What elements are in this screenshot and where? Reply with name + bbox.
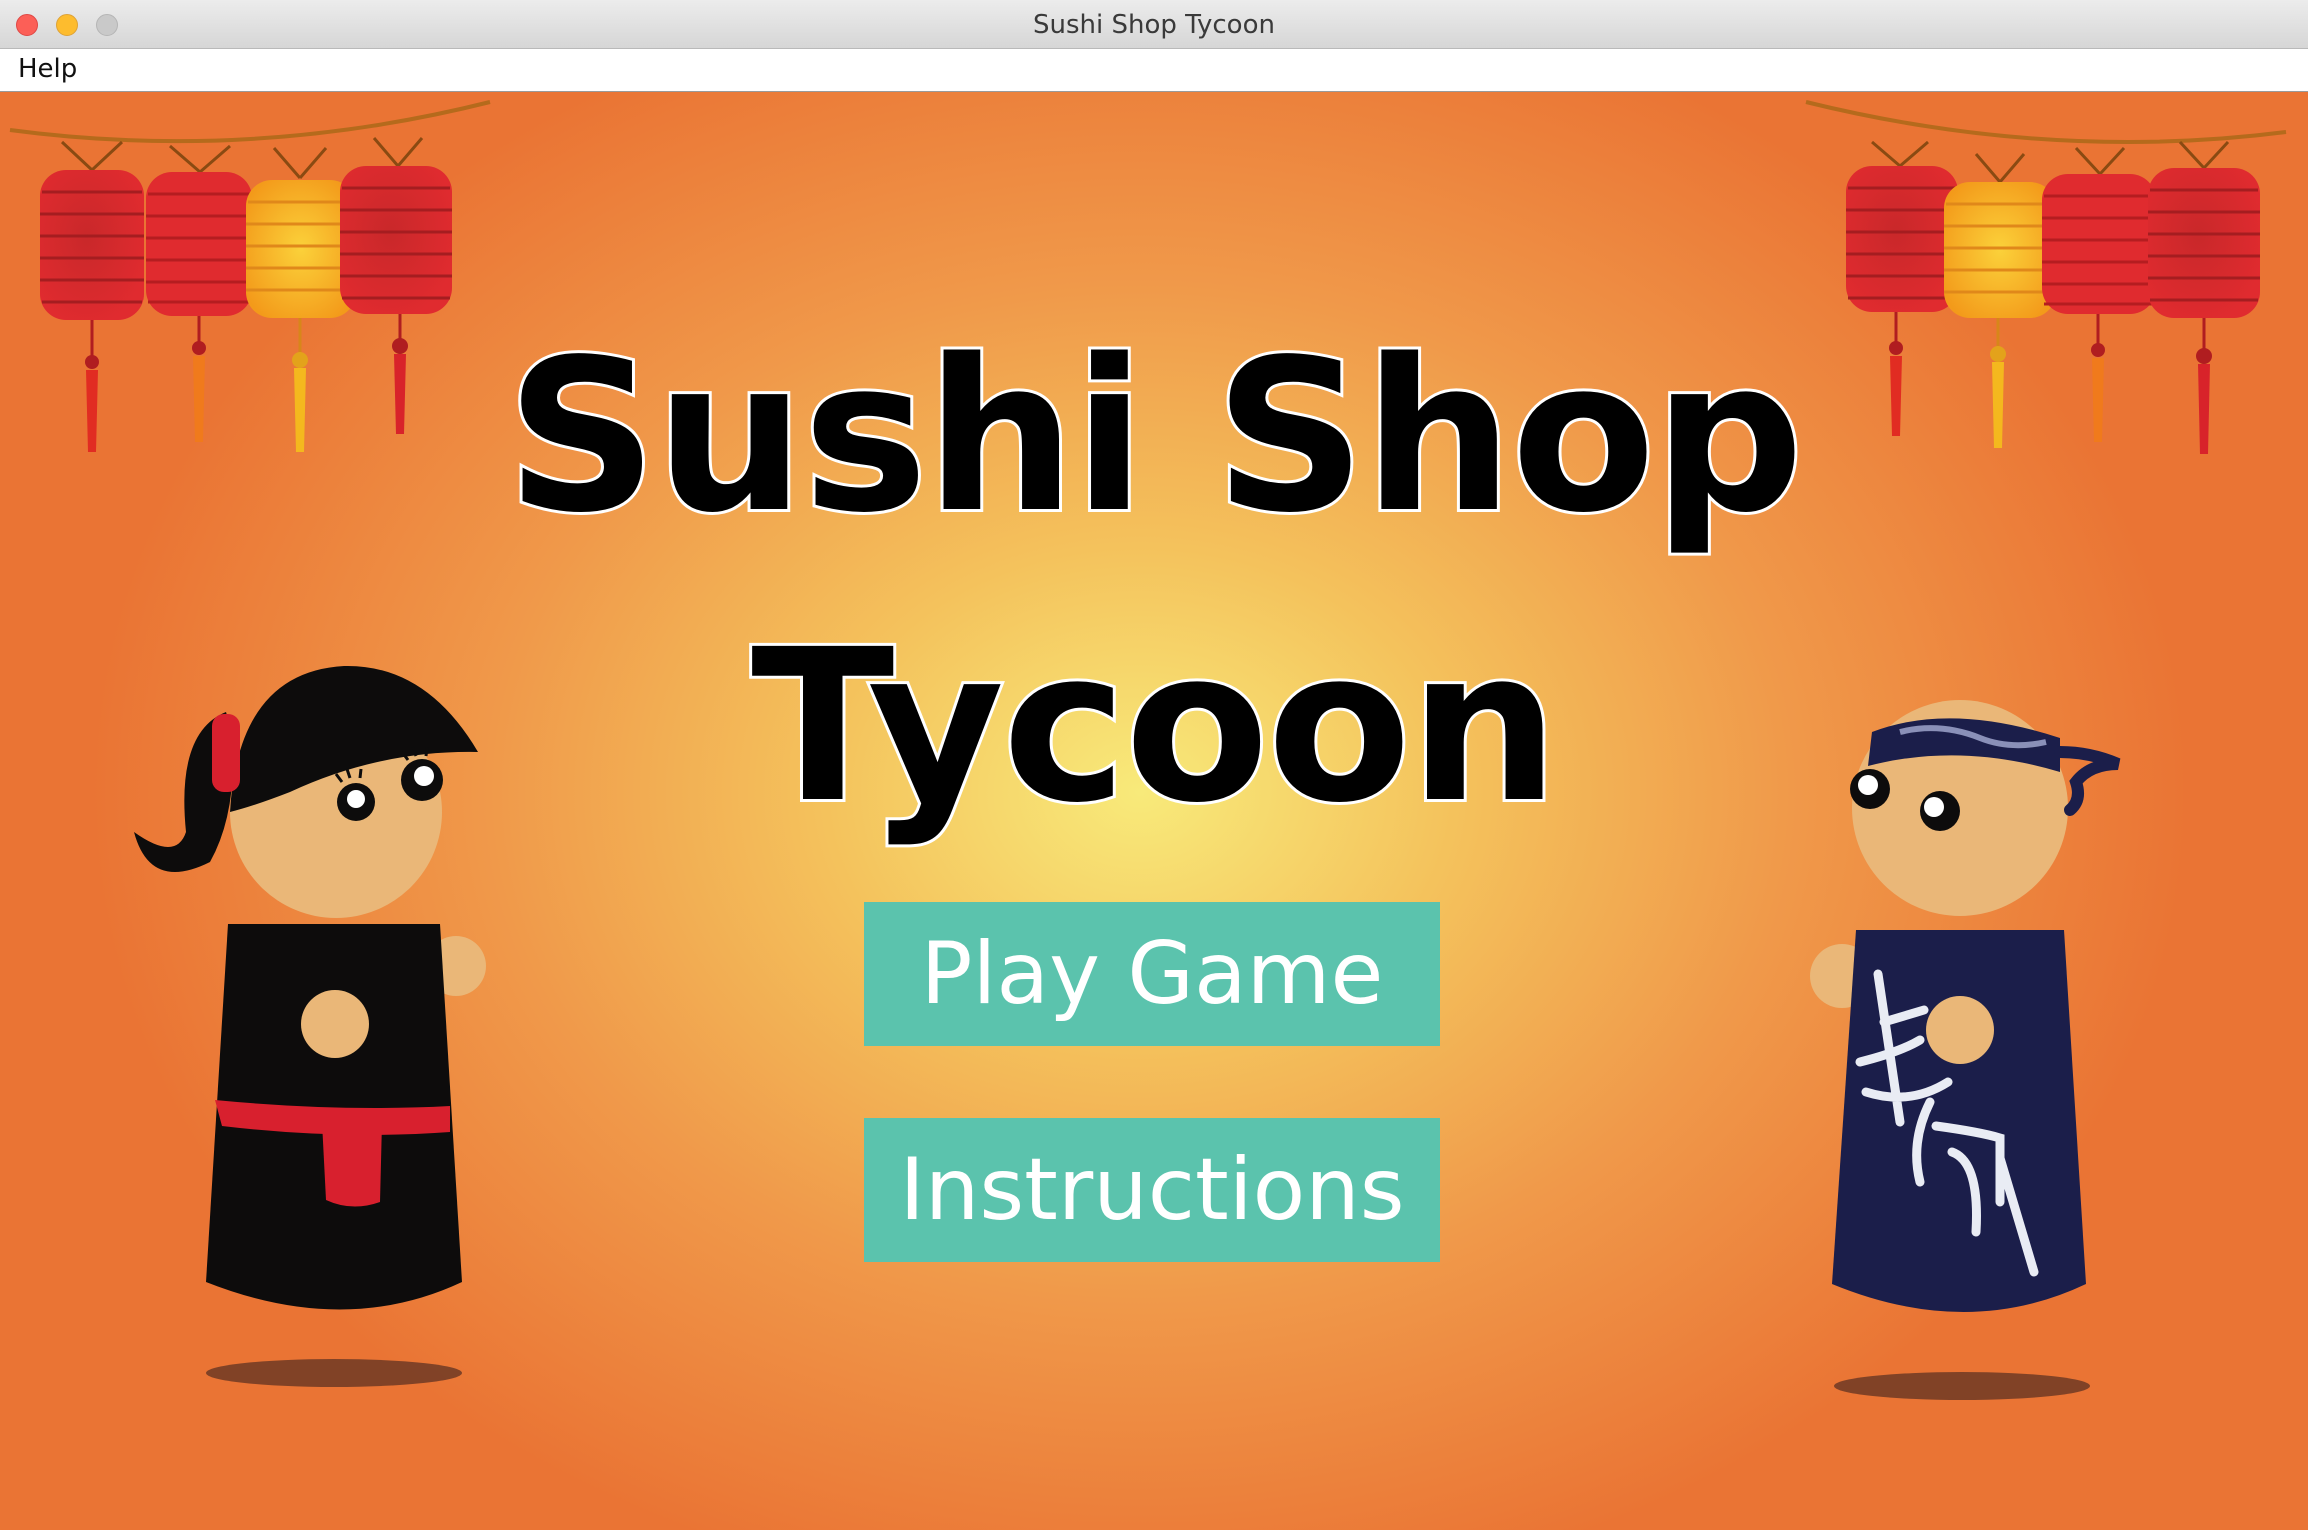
- game-title-line-2: Tycoon: [748, 601, 1562, 852]
- lantern-icon: [2148, 140, 2260, 454]
- app-window: Sushi Shop Tycoon Help Sushi Shop Tycoon…: [0, 0, 2308, 1530]
- play-game-button[interactable]: Play Game: [864, 902, 1440, 1046]
- lantern-icon: [40, 140, 144, 452]
- menu-bar: Help: [0, 49, 2308, 93]
- lantern-icon: [2042, 146, 2156, 442]
- game-title: Sushi Shop Tycoon: [354, 292, 1954, 872]
- title-bar: Sushi Shop Tycoon: [0, 0, 2308, 49]
- lantern-icon: [146, 144, 252, 442]
- menu-help[interactable]: Help: [18, 54, 77, 84]
- lantern-icon: [246, 147, 356, 452]
- instructions-button[interactable]: Instructions: [864, 1118, 1440, 1262]
- game-canvas: Sushi Shop Tycoon Play Game Instructions: [0, 92, 2308, 1530]
- game-title-line-1: Sushi Shop: [503, 311, 1807, 562]
- lantern-icon: [1944, 153, 2056, 448]
- window-title: Sushi Shop Tycoon: [1033, 10, 1275, 40]
